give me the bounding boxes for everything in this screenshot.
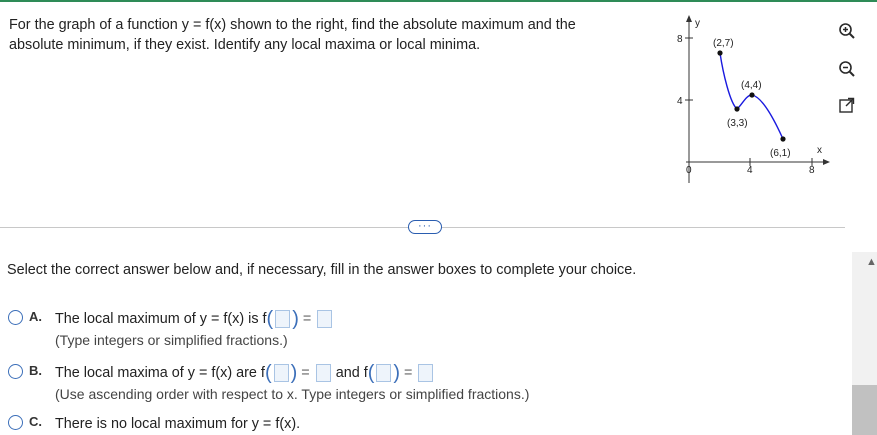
question-line-1: For the graph of a function y = f(x) sho…: [9, 17, 576, 33]
x-tick-label-4: 4: [747, 165, 753, 176]
y-axis-label: y: [695, 18, 700, 29]
option-b-letter: B.: [29, 363, 42, 378]
y-tick-label-4: 4: [677, 96, 683, 107]
point-6-1: [780, 136, 786, 142]
option-b[interactable]: B. The local maxima of y = f(x) are f ( …: [8, 362, 608, 408]
option-a-line: The local maximum of y = f(x) is f ( ) =: [55, 308, 334, 330]
option-a-x-input[interactable]: [275, 310, 291, 328]
equals-sign: =: [404, 365, 413, 381]
scrollbar-thumb[interactable]: [852, 385, 877, 435]
y-axis-arrow: [686, 15, 692, 22]
label-6-1: (6,1): [770, 148, 791, 159]
option-b-prefix: The local maxima of y = f(x) are f: [55, 365, 265, 381]
option-b-hint: (Use ascending order with respect to x. …: [55, 386, 530, 402]
popout-icon[interactable]: [836, 94, 858, 116]
zoom-out-icon[interactable]: [836, 58, 858, 80]
option-b-line: The local maxima of y = f(x) are f ( ) =…: [55, 362, 435, 384]
x-axis-label: x: [817, 145, 822, 156]
equals-sign: =: [302, 311, 312, 327]
x-axis-arrow: [823, 159, 830, 165]
option-a[interactable]: A. The local maximum of y = f(x) is f ( …: [8, 308, 608, 354]
option-b-y2-input[interactable]: [418, 364, 434, 382]
label-3-3: (3,3): [727, 118, 748, 129]
option-a-prefix: The local maximum of y = f(x) is f: [55, 311, 267, 327]
open-paren: (: [264, 362, 272, 384]
x-tick-label-0: 0: [686, 165, 692, 176]
top-accent-bar: [0, 0, 877, 2]
expand-more-button[interactable]: ···: [408, 220, 442, 234]
point-3-3: [734, 106, 740, 112]
option-c[interactable]: C. There is no local maximum for y = f(x…: [8, 414, 608, 433]
x-tick-label-8: 8: [809, 165, 815, 176]
close-paren: ): [393, 362, 401, 384]
option-b-y1-input[interactable]: [315, 364, 331, 382]
equals-sign: =: [301, 365, 310, 381]
question-text: For the graph of a function y = f(x) sho…: [9, 15, 609, 55]
option-a-letter: A.: [29, 309, 42, 324]
close-paren: ): [290, 362, 298, 384]
question-line-2: absolute minimum, if they exist. Identif…: [9, 37, 481, 53]
open-paren: (: [367, 362, 375, 384]
point-2-7: [717, 50, 723, 56]
option-b-x2-input[interactable]: [376, 364, 392, 382]
scroll-up-icon[interactable]: ▲: [866, 256, 877, 268]
y-tick-label-8: 8: [677, 34, 683, 45]
close-paren: ): [292, 308, 299, 330]
label-2-7: (2,7): [713, 38, 734, 49]
option-b-radio[interactable]: [8, 364, 23, 379]
option-b-and: and f: [335, 365, 368, 381]
instruction-text: Select the correct answer below and, if …: [7, 262, 637, 278]
option-a-y-input[interactable]: [317, 310, 333, 328]
function-graph: y x 8 4 0 4 8 (2,7) (4,4) (3,3) (6,1): [677, 15, 830, 183]
point-4-4: [749, 92, 755, 98]
zoom-in-icon[interactable]: [836, 20, 858, 42]
option-a-hint: (Type integers or simplified fractions.): [55, 332, 288, 348]
option-c-text: There is no local maximum for y = f(x).: [55, 416, 301, 432]
option-c-radio[interactable]: [8, 415, 23, 430]
option-c-letter: C.: [29, 414, 42, 429]
label-4-4: (4,4): [741, 80, 762, 91]
option-c-line: There is no local maximum for y = f(x).: [55, 415, 300, 433]
option-b-x1-input[interactable]: [273, 364, 289, 382]
option-a-radio[interactable]: [8, 310, 23, 325]
open-paren: (: [266, 308, 274, 330]
